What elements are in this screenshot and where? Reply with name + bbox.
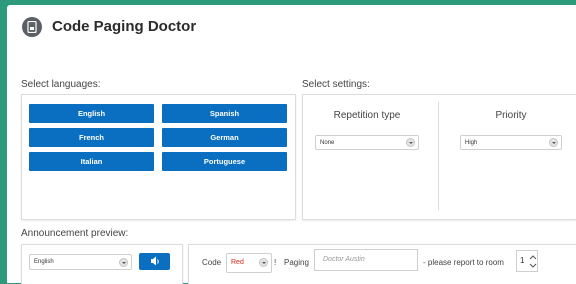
room-number-stepper[interactable]: 1	[516, 250, 538, 272]
chevron-down-icon	[549, 138, 558, 147]
page-title: Code Paging Doctor	[52, 18, 197, 35]
room-value: 1	[520, 256, 525, 265]
select-settings-label: Select settings:	[302, 79, 370, 90]
exclamation-separator: !	[274, 258, 277, 267]
language-button-german[interactable]: German	[162, 128, 287, 147]
language-button-english[interactable]: English	[29, 104, 154, 123]
chevron-down-icon	[259, 258, 268, 267]
priority-heading: Priority	[495, 110, 527, 121]
code-select[interactable]: Red	[226, 253, 272, 273]
report-to-room-label: - please report to room	[423, 258, 504, 267]
play-announcement-button[interactable]	[139, 253, 170, 270]
language-button-portuguese[interactable]: Portuguese	[162, 152, 287, 171]
settings-divider	[438, 102, 439, 210]
announcement-preview-label: Announcement preview:	[21, 228, 129, 239]
chevron-down-icon	[119, 257, 128, 267]
repetition-type-value: None	[320, 140, 335, 146]
code-label: Code	[202, 258, 222, 267]
repetition-type-heading: Repetition type	[333, 110, 401, 121]
code-value: Red	[231, 259, 244, 266]
preview-language-value: English	[34, 259, 54, 265]
speaker-icon	[151, 256, 159, 266]
priority-value: High	[465, 140, 478, 146]
paging-name-input[interactable]: Doctor Austin	[314, 249, 418, 271]
language-button-french[interactable]: French	[29, 128, 154, 147]
document-icon	[22, 17, 42, 37]
chevron-down-icon	[406, 138, 415, 147]
select-languages-label: Select languages:	[21, 79, 101, 90]
priority-select[interactable]: High	[460, 135, 562, 150]
language-button-spanish[interactable]: Spanish	[162, 104, 287, 123]
preview-language-select[interactable]: English	[29, 254, 132, 270]
stepper-arrows-icon[interactable]	[529, 254, 537, 269]
repetition-type-select[interactable]: None	[315, 135, 419, 150]
paging-label: Paging	[284, 258, 309, 267]
language-button-italian[interactable]: Italian	[29, 152, 154, 171]
